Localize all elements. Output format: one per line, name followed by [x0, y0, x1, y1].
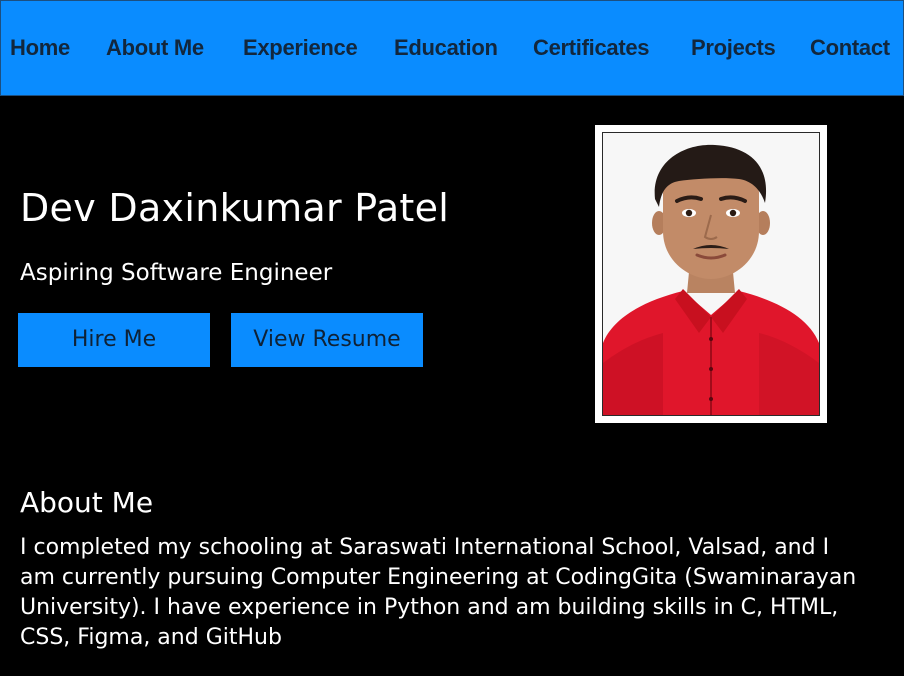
- hero-tagline: Aspiring Software Engineer: [20, 260, 333, 286]
- nav-link-about-me[interactable]: About Me: [106, 35, 204, 61]
- nav-link-certificates[interactable]: Certificates: [533, 35, 650, 61]
- nav-link-projects[interactable]: Projects: [691, 35, 776, 61]
- profile-photo-frame: [595, 125, 827, 423]
- nav-link-experience[interactable]: Experience: [243, 35, 358, 61]
- about-paragraph: I completed my schooling at Saraswati In…: [20, 535, 857, 650]
- nav-link-contact[interactable]: Contact: [810, 35, 890, 61]
- person-portrait-icon: [603, 133, 819, 415]
- hire-me-button[interactable]: Hire Me: [18, 313, 210, 367]
- hero-name: Dev Daxinkumar Patel: [20, 186, 450, 230]
- profile-photo: [602, 132, 820, 416]
- nav-link-education[interactable]: Education: [394, 35, 498, 61]
- view-resume-button[interactable]: View Resume: [231, 313, 423, 367]
- top-navbar: Home About Me Experience Education Certi…: [0, 0, 904, 96]
- portfolio-page: Home About Me Experience Education Certi…: [0, 0, 904, 676]
- nav-link-home[interactable]: Home: [10, 35, 70, 61]
- about-section-title: About Me: [20, 486, 154, 519]
